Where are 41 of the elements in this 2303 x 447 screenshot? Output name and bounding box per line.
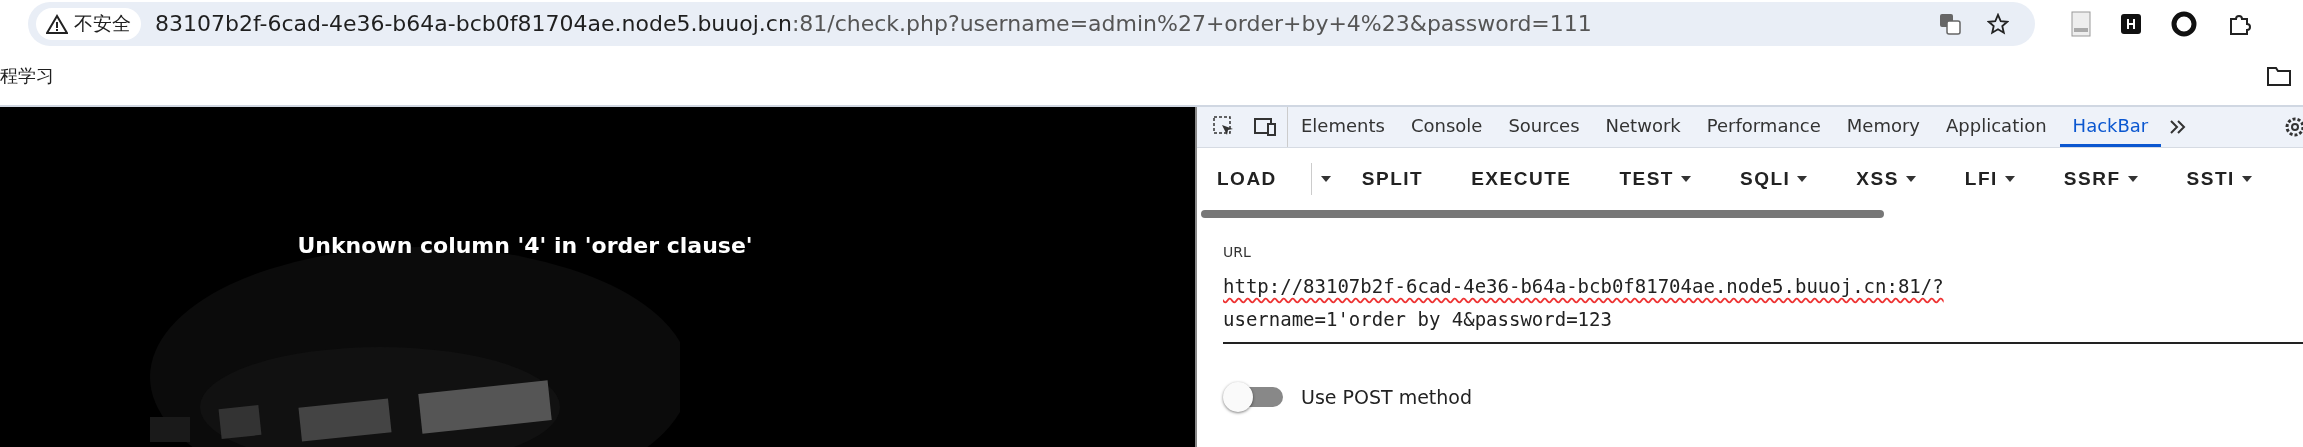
devtools-tab[interactable]: Application — [1933, 107, 2060, 147]
ring-icon[interactable] — [2171, 10, 2197, 37]
url-field[interactable]: http://83107b2f-6cad-4e36-b64a-bcb0f81704ae.node5.buuoj.cn:81/? username=1'order by 4&password=123 — [1223, 270, 2303, 344]
caret-icon — [1796, 175, 1809, 183]
address-field[interactable]: 83107b2f-6cad-4e36-b64a-bcb0f81704ae.node5.buuoj.cn:81/check.php?username=admin%27+order+by+4%23&password=111 — [155, 11, 1939, 36]
translate-icon[interactable] — [1939, 12, 1961, 35]
devtools-tab[interactable]: Network — [1592, 107, 1694, 147]
post-toggle[interactable] — [1223, 382, 1283, 412]
hackbar-menu-button[interactable]: SQLI — [1740, 168, 1833, 190]
caret-icon — [1319, 175, 1332, 183]
dropdown-button[interactable] — [1319, 175, 1332, 183]
devtools-tab[interactable]: Elements — [1288, 107, 1398, 147]
star-icon[interactable] — [1987, 12, 2009, 35]
hackbar-menu-button[interactable]: LFI — [1964, 168, 2040, 190]
folder-icon[interactable] — [2267, 66, 2291, 86]
hackbar-menu-button[interactable]: SSRF — [2063, 168, 2163, 190]
devtools-tab[interactable]: HackBar — [2059, 107, 2162, 147]
devtools-tab[interactable]: Memory — [1833, 107, 1934, 147]
hackbar-button[interactable]: EXECUTE — [1471, 168, 1596, 190]
url-label: URL — [1223, 244, 1252, 260]
devtools-tab[interactable]: Performance — [1693, 107, 1834, 147]
scrollbar-thumb[interactable] — [1201, 210, 1884, 218]
error-message: Unknown column '4' in 'order clause' — [296, 233, 754, 258]
security-label: 不安全 — [74, 10, 131, 36]
hackbar-button[interactable]: LOAD — [1217, 168, 1301, 190]
toggle-label: Use POST method — [1301, 386, 1473, 408]
devtools-tab[interactable]: Console — [1397, 107, 1496, 147]
hackbar-menu-button[interactable]: TEST — [1619, 168, 1716, 190]
caret-icon — [2003, 175, 2016, 183]
caret-icon — [1680, 175, 1692, 183]
hackbar-menu-button[interactable]: XSS — [1856, 168, 1941, 190]
bookmark-item[interactable]: 程学习 — [0, 64, 54, 88]
caret-icon — [1904, 175, 1917, 183]
warning-icon — [46, 13, 68, 34]
devtools-tab[interactable]: Sources — [1495, 107, 1593, 147]
hackbar-button[interactable]: SPLIT — [1361, 168, 1448, 190]
caret-icon — [2240, 175, 2253, 183]
security-chip[interactable]: 不安全 — [36, 7, 141, 40]
hackbar-menu-button[interactable]: SSTI — [2186, 168, 2277, 190]
extension-icon[interactable] — [2121, 13, 2141, 34]
caret-icon — [2126, 175, 2139, 183]
